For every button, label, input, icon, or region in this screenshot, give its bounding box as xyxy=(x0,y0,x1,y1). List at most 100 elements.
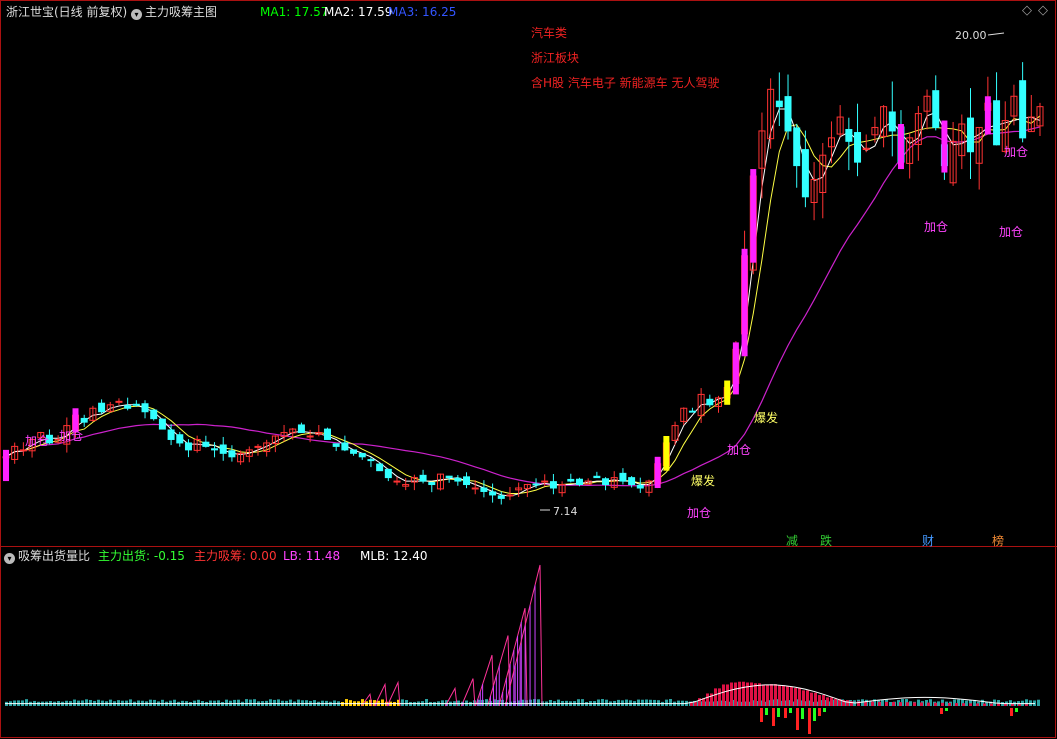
marker-add-position: 加仓 xyxy=(59,429,84,443)
volume-ratio-bar xyxy=(297,699,300,706)
inflow-bar xyxy=(899,702,902,706)
diamond-icon[interactable]: ◇ xyxy=(1022,3,1032,19)
outflow-readout: 主力出货: -0.15 xyxy=(98,549,185,563)
outflow-bar xyxy=(1010,708,1013,716)
volume-ratio-bar xyxy=(345,699,348,706)
candle-body xyxy=(323,428,331,440)
inflow-bar xyxy=(810,692,813,706)
signal-bar xyxy=(663,436,670,471)
inflow-bar xyxy=(782,685,785,706)
outflow-bar xyxy=(772,708,775,726)
inflow-bar xyxy=(885,701,888,706)
inflow-bar xyxy=(846,700,849,706)
volume-ratio-bar xyxy=(237,699,240,706)
candle-body xyxy=(628,477,636,486)
volume-ratio-bar xyxy=(625,699,628,706)
volume-ratio-bar xyxy=(273,699,276,706)
event-tag-reduce[interactable]: 减 xyxy=(786,532,798,549)
volume-ratio-bar xyxy=(605,699,608,706)
volume-ratio-bar xyxy=(149,699,152,706)
diamond-icon-2[interactable]: ◇ xyxy=(1038,3,1048,19)
inflow-bar xyxy=(754,683,757,706)
marker-add-position: 加仓 xyxy=(727,443,752,457)
candle-body xyxy=(575,478,583,486)
signal-bar xyxy=(724,380,731,405)
volume-ratio-bar xyxy=(269,699,272,706)
candle-body xyxy=(211,448,219,451)
volume-ratio-bar xyxy=(917,699,920,706)
volume-ratio-bar xyxy=(653,699,656,706)
ma1-readout: MA1: 17.57 xyxy=(260,5,329,19)
sub-indicator-selector[interactable]: ▾ 吸筹出货量比 xyxy=(4,548,90,564)
circle-chevron-down-icon[interactable]: ▾ xyxy=(131,9,142,20)
indicator-selector[interactable]: ▾ 主力吸筹主图 xyxy=(131,4,217,20)
mlb-readout: MLB: 12.40 xyxy=(360,549,428,563)
volume-ratio-bar xyxy=(249,699,252,706)
signal-bar xyxy=(897,124,904,170)
volume-ratio-bar xyxy=(557,699,560,706)
inflow-bar xyxy=(786,686,789,706)
candle-body xyxy=(19,449,27,452)
candle-body xyxy=(297,424,305,434)
circle-chevron-down-icon[interactable]: ▾ xyxy=(4,553,15,564)
candle-body xyxy=(454,477,462,482)
volume-ratio-bar xyxy=(649,699,652,706)
inflow-bar xyxy=(802,690,805,706)
candle-body xyxy=(228,450,236,458)
candle-body xyxy=(176,434,184,444)
signal-bar xyxy=(941,120,948,173)
volume-ratio-bar xyxy=(945,701,948,706)
indicator-name: 主力吸筹主图 xyxy=(145,5,218,19)
inflow-bar xyxy=(822,695,825,706)
marker-add-position: 加仓 xyxy=(687,506,712,520)
inflow-bar xyxy=(1025,704,1028,706)
candle-body xyxy=(428,482,436,486)
inflow-bar xyxy=(830,697,833,706)
candle-body xyxy=(306,435,314,438)
inflow-readout: 主力吸筹: 0.00 xyxy=(194,549,277,563)
inflow-bar xyxy=(694,702,697,706)
inflow-bar xyxy=(955,703,958,706)
ma2-line xyxy=(5,115,1041,494)
inflow-bar xyxy=(878,701,881,706)
volume-ratio-bar xyxy=(669,699,672,706)
volume-ratio-bar xyxy=(641,699,644,706)
ma3-readout: MA3: 16.25 xyxy=(388,5,457,19)
stock-title: 浙江世宝(日线 前复权) xyxy=(6,5,128,19)
volume-ratio-bar xyxy=(549,699,552,706)
ma2-readout: MA2: 17.59 xyxy=(324,5,393,19)
signal-bar xyxy=(654,456,661,488)
candle-body xyxy=(184,442,192,451)
inflow-bar xyxy=(976,703,979,706)
event-tag-fall[interactable]: 跌 xyxy=(820,532,832,549)
inflow-bar xyxy=(790,686,793,706)
volume-ratio-bar xyxy=(173,699,176,706)
candle-body xyxy=(80,417,88,423)
candle-body xyxy=(445,475,453,479)
marker-add-position: 加仓 xyxy=(25,434,50,448)
outflow-bar-green xyxy=(1015,708,1018,712)
candle-body xyxy=(158,418,166,430)
event-tag-finance[interactable]: 财 xyxy=(922,532,934,549)
signal-bar xyxy=(750,169,757,263)
inflow-bar xyxy=(742,681,745,706)
candle-body xyxy=(854,132,862,163)
candle-body xyxy=(150,409,158,420)
event-tag-ranking[interactable]: 榜 xyxy=(992,532,1004,549)
inflow-bar xyxy=(714,688,717,706)
signal-bar xyxy=(3,449,9,482)
volume-ratio-bar xyxy=(1037,699,1040,706)
outflow-bar xyxy=(940,708,943,714)
inflow-bar xyxy=(1018,704,1021,706)
volume-ratio-bar xyxy=(313,700,316,706)
volume-ratio-bar xyxy=(277,699,280,706)
inflow-bar xyxy=(778,685,781,706)
chart-border xyxy=(0,0,1056,738)
marker-add-position: 加仓 xyxy=(1004,145,1029,159)
volume-ratio-bar xyxy=(965,700,968,706)
chart-canvas[interactable] xyxy=(0,0,1057,739)
inflow-bar xyxy=(746,682,749,706)
inflow-bar xyxy=(738,681,741,706)
volume-ratio-bar xyxy=(637,699,640,706)
candle-body xyxy=(489,491,497,496)
